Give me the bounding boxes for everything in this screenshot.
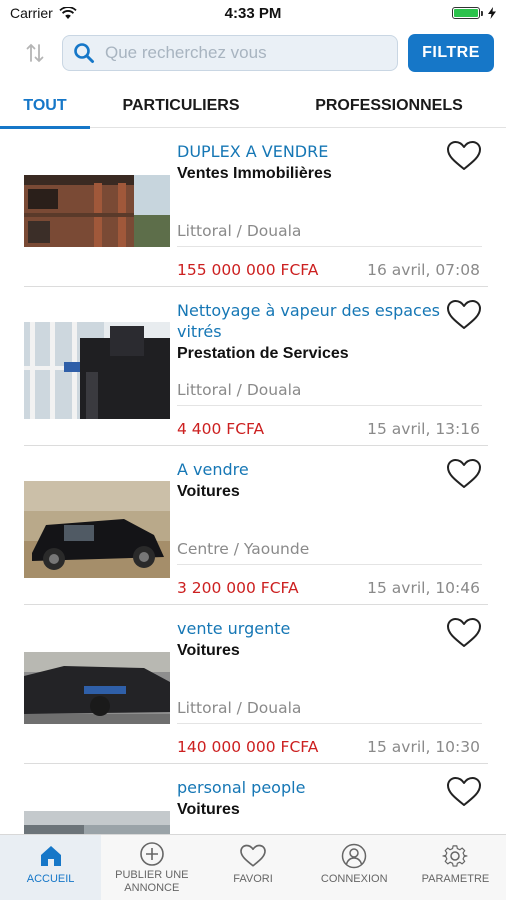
listing-thumbnail (24, 481, 170, 578)
tab-particuliers[interactable]: PARTICULIERS (90, 84, 272, 128)
listing-list: DUPLEX A VENDRE Ventes Immobilières Litt… (0, 128, 506, 834)
sort-button[interactable] (20, 35, 50, 71)
listing-item[interactable]: Nettoyage à vapeur des espaces vitrés Pr… (0, 287, 506, 446)
listing-date: 15 avril, 10:46 (367, 579, 480, 597)
listing-date: 15 avril, 10:30 (367, 738, 480, 756)
favorite-heart-icon[interactable] (446, 299, 482, 331)
listing-item[interactable]: personal people Voitures (0, 764, 506, 834)
carrier-label: Carrier (10, 5, 53, 21)
listing-title[interactable]: Nettoyage à vapeur des espaces vitrés (177, 300, 447, 342)
listing-category: Voitures (177, 801, 240, 818)
favorite-heart-icon[interactable] (446, 458, 482, 490)
nav-favori[interactable]: FAVORI (202, 835, 303, 900)
status-bar: Carrier 4:33 PM (0, 0, 506, 26)
status-left: Carrier (10, 5, 77, 21)
listing-item[interactable]: vente urgente Voitures Littoral / Douala… (0, 605, 506, 764)
listing-price: 140 000 000 FCFA (177, 738, 319, 756)
home-icon (40, 846, 61, 866)
listing-title[interactable]: personal people (177, 777, 447, 798)
tab-tout[interactable]: TOUT (0, 84, 90, 129)
listing-location: Littoral / Douala (177, 699, 302, 717)
search-input[interactable] (105, 43, 387, 63)
search-row: FILTRE (0, 30, 506, 76)
listing-category: Voitures (177, 483, 240, 500)
listing-location: Littoral / Douala (177, 222, 302, 240)
nav-label: FAVORI (233, 873, 273, 885)
listing-item[interactable]: DUPLEX A VENDRE Ventes Immobilières Litt… (0, 128, 506, 287)
nav-label: PARAMETRE (421, 873, 490, 885)
listing-location: Centre / Yaounde (177, 540, 310, 558)
listing-thumbnail (24, 322, 170, 419)
search-box[interactable] (62, 35, 398, 71)
listing-date: 15 avril, 13:16 (367, 420, 480, 438)
user-icon (341, 843, 367, 869)
favorite-heart-icon[interactable] (446, 140, 482, 172)
nav-publier[interactable]: PUBLIER UNE ANNONCE (101, 835, 202, 900)
filter-button[interactable]: FILTRE (408, 34, 494, 72)
listing-title[interactable]: DUPLEX A VENDRE (177, 141, 447, 162)
listing-category: Voitures (177, 642, 240, 659)
bottom-nav: ACCUEIL PUBLIER UNE ANNONCE FAVORI CONNE… (0, 834, 506, 900)
tab-bar: TOUT PARTICULIERS PROFESSIONNELS (0, 84, 506, 129)
heart-icon (240, 844, 266, 867)
gear-icon (442, 845, 468, 867)
search-icon (74, 43, 94, 63)
listing-date: 16 avril, 07:08 (367, 261, 480, 279)
status-right (452, 7, 496, 19)
listing-item[interactable]: A vendre Voitures Centre / Yaounde 3 200… (0, 446, 506, 605)
listing-title[interactable]: vente urgente (177, 618, 447, 639)
listing-thumbnail (24, 811, 170, 834)
nav-connexion[interactable]: CONNEXION (304, 835, 405, 900)
nav-label: CONNEXION (320, 873, 388, 885)
nav-parametre[interactable]: PARAMETRE (405, 835, 506, 900)
nav-label: PUBLIER UNE ANNONCE (115, 869, 189, 894)
listing-price: 4 400 FCFA (177, 420, 265, 438)
listing-location: Littoral / Douala (177, 381, 302, 399)
nav-label: ACCUEIL (26, 873, 75, 885)
listing-divider (177, 246, 482, 247)
battery-icon (452, 7, 483, 19)
tab-professionnels[interactable]: PROFESSIONNELS (272, 84, 506, 128)
plus-circle-icon (139, 842, 164, 866)
charging-icon (488, 7, 496, 19)
listing-thumbnail (24, 175, 170, 247)
listing-divider (177, 405, 482, 406)
favorite-heart-icon[interactable] (446, 776, 482, 808)
listing-category: Ventes Immobilières (177, 165, 332, 182)
listing-price: 3 200 000 FCFA (177, 579, 299, 597)
listing-title[interactable]: A vendre (177, 459, 447, 480)
listing-divider (177, 564, 482, 565)
listing-divider (177, 723, 482, 724)
listing-category: Prestation de Services (177, 345, 349, 362)
favorite-heart-icon[interactable] (446, 617, 482, 649)
wifi-icon (59, 6, 77, 19)
nav-accueil[interactable]: ACCUEIL (0, 835, 102, 900)
listing-thumbnail (24, 652, 170, 724)
sort-icon (26, 43, 44, 63)
listing-price: 155 000 000 FCFA (177, 261, 319, 279)
